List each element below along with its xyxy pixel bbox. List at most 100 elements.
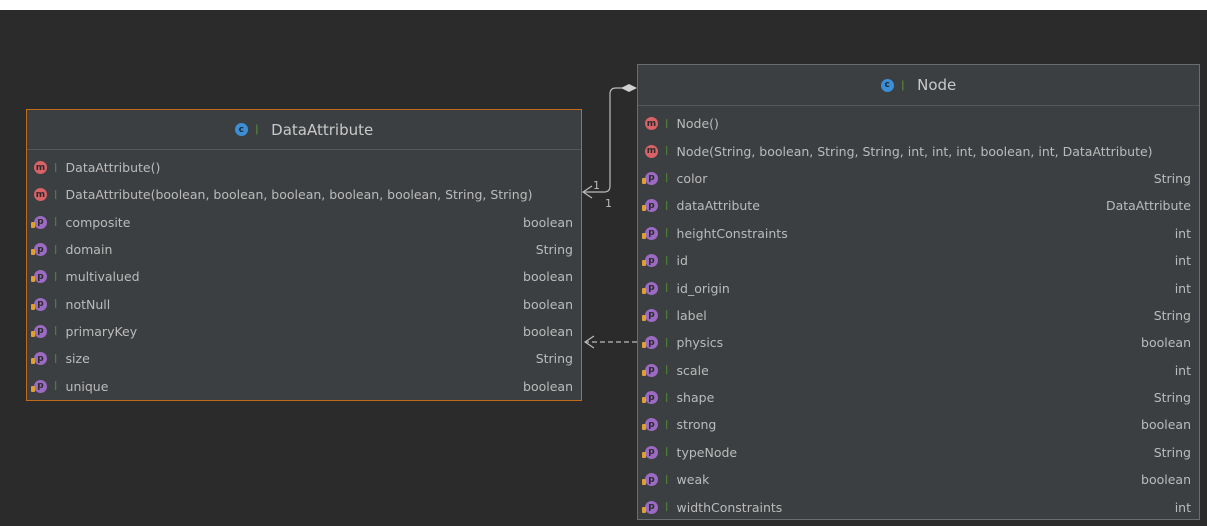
member-row[interactable]: m ❘ Node(String, boolean, String, String, …: [638, 137, 1199, 164]
property-icon: p: [31, 215, 47, 229]
member-type: int: [1174, 280, 1191, 296]
member-name: notNull: [65, 296, 111, 312]
member-row[interactable]: p ❘ multivalued boolean: [27, 263, 581, 290]
member-name: id_origin: [676, 280, 730, 296]
public-lock-icon: ❘: [663, 173, 671, 184]
member-row[interactable]: p ❘ typeNode String: [638, 439, 1199, 466]
public-lock-icon: ❘: [52, 271, 60, 282]
member-row[interactable]: p ❘ dataAttribute DataAttribute: [638, 192, 1199, 219]
composition-line: [584, 87, 622, 193]
member-row[interactable]: p ❘ shape String: [638, 384, 1199, 411]
member-row[interactable]: p ❘ heightConstraints int: [638, 220, 1199, 247]
member-type: int: [1174, 225, 1191, 241]
member-list: m ❘ Node() m ❘ Node(String, boolean, String, …: [638, 106, 1199, 521]
member-row[interactable]: p ❘ composite boolean: [27, 209, 581, 236]
member-row[interactable]: p ❘ size String: [27, 345, 581, 372]
member-name: shape: [676, 390, 715, 406]
member-type: DataAttribute: [1105, 198, 1191, 214]
member-name: composite: [65, 214, 131, 230]
member-type: boolean: [1141, 417, 1191, 433]
member-name: domain: [65, 242, 113, 258]
public-lock-icon: ❘: [52, 244, 60, 255]
member-type: boolean: [523, 296, 573, 312]
property-icon: p: [642, 281, 658, 295]
getter-setter-marker: [642, 205, 646, 212]
member-row[interactable]: m ❘ Node(): [638, 110, 1199, 137]
member-type: boolean: [523, 378, 573, 394]
member-name: physics: [676, 335, 724, 351]
getter-setter-marker: [642, 232, 646, 239]
member-name: multivalued: [65, 269, 140, 285]
public-lock-icon: ❘: [898, 79, 908, 91]
member-row[interactable]: p ❘ strong boolean: [638, 411, 1199, 438]
getter-setter-marker: [642, 479, 646, 486]
property-icon: p: [31, 270, 47, 284]
public-lock-icon: ❘: [252, 124, 262, 135]
property-icon: p: [31, 324, 47, 338]
class-box-dataattribute[interactable]: c ❘ DataAttribute m ❘ DataAttribute() m ❘ Dat…: [26, 109, 582, 401]
member-row[interactable]: p ❘ domain String: [27, 236, 581, 263]
member-row[interactable]: p ❘ id int: [638, 247, 1199, 274]
member-name: Node(String, boolean, String, String, in…: [676, 143, 1153, 159]
property-icon: p: [31, 379, 47, 393]
public-lock-icon: ❘: [52, 381, 60, 392]
public-lock-icon: ❘: [663, 392, 671, 403]
property-icon: p: [31, 243, 47, 257]
member-type: boolean: [523, 214, 573, 230]
getter-setter-marker: [31, 276, 35, 283]
property-icon: p: [642, 418, 658, 432]
getter-setter-marker: [642, 506, 646, 513]
source-multiplicity: 1: [593, 179, 600, 192]
member-row[interactable]: p ❘ notNull boolean: [27, 290, 581, 317]
method-icon: m: [34, 161, 47, 175]
member-row[interactable]: p ❘ scale int: [638, 357, 1199, 384]
property-icon: p: [642, 226, 658, 240]
public-lock-icon: ❘: [52, 326, 60, 337]
property-icon: p: [642, 363, 658, 377]
member-row[interactable]: p ❘ label String: [638, 302, 1199, 329]
getter-setter-marker: [31, 385, 35, 392]
getter-setter-marker: [31, 303, 35, 310]
member-name: heightConstraints: [676, 225, 788, 241]
property-icon: p: [642, 445, 658, 459]
member-row[interactable]: m ❘ DataAttribute(): [27, 154, 581, 181]
member-type: String: [1153, 307, 1191, 323]
member-type: String: [1153, 390, 1191, 406]
property-icon: p: [642, 171, 658, 185]
getter-setter-marker: [642, 397, 646, 404]
class-box-node[interactable]: c ❘ Node m ❘ Node() m ❘ Node(String, boolean,…: [637, 64, 1200, 520]
property-icon: p: [31, 352, 47, 366]
getter-setter-marker: [642, 260, 646, 267]
member-type: String: [1153, 444, 1191, 460]
class-name: DataAttribute: [271, 120, 374, 139]
property-icon: p: [642, 473, 658, 487]
member-row[interactable]: p ❘ primaryKey boolean: [27, 318, 581, 345]
class-header[interactable]: c ❘ Node: [638, 65, 1199, 106]
member-row[interactable]: m ❘ DataAttribute(boolean, boolean, boolea…: [27, 181, 581, 208]
member-row[interactable]: p ❘ weak boolean: [638, 466, 1199, 493]
getter-setter-marker: [31, 358, 35, 365]
class-header[interactable]: c ❘ DataAttribute: [27, 110, 581, 150]
method-icon: m: [34, 188, 47, 202]
getter-setter-marker: [642, 287, 646, 294]
member-row[interactable]: p ❘ id_origin int: [638, 274, 1199, 301]
member-type: String: [535, 351, 573, 367]
member-type: boolean: [523, 323, 573, 339]
public-lock-icon: ❘: [52, 189, 60, 200]
public-lock-icon: ❘: [52, 217, 60, 228]
public-lock-icon: ❘: [663, 310, 671, 321]
class-name: Node: [917, 76, 957, 94]
member-name: typeNode: [676, 444, 738, 460]
public-lock-icon: ❘: [663, 118, 671, 129]
member-row[interactable]: p ❘ widthConstraints int: [638, 493, 1199, 520]
member-row[interactable]: p ❘ physics boolean: [638, 329, 1199, 356]
member-row[interactable]: p ❘ color String: [638, 165, 1199, 192]
member-row[interactable]: p ❘ unique boolean: [27, 372, 581, 399]
getter-setter-marker: [31, 221, 35, 228]
member-name: dataAttribute: [676, 198, 760, 214]
member-type: String: [535, 242, 573, 258]
member-type: int: [1174, 253, 1191, 269]
member-type: boolean: [523, 269, 573, 285]
getter-setter-marker: [31, 330, 35, 337]
member-name: DataAttribute(boolean, boolean, boolean,…: [65, 187, 533, 203]
